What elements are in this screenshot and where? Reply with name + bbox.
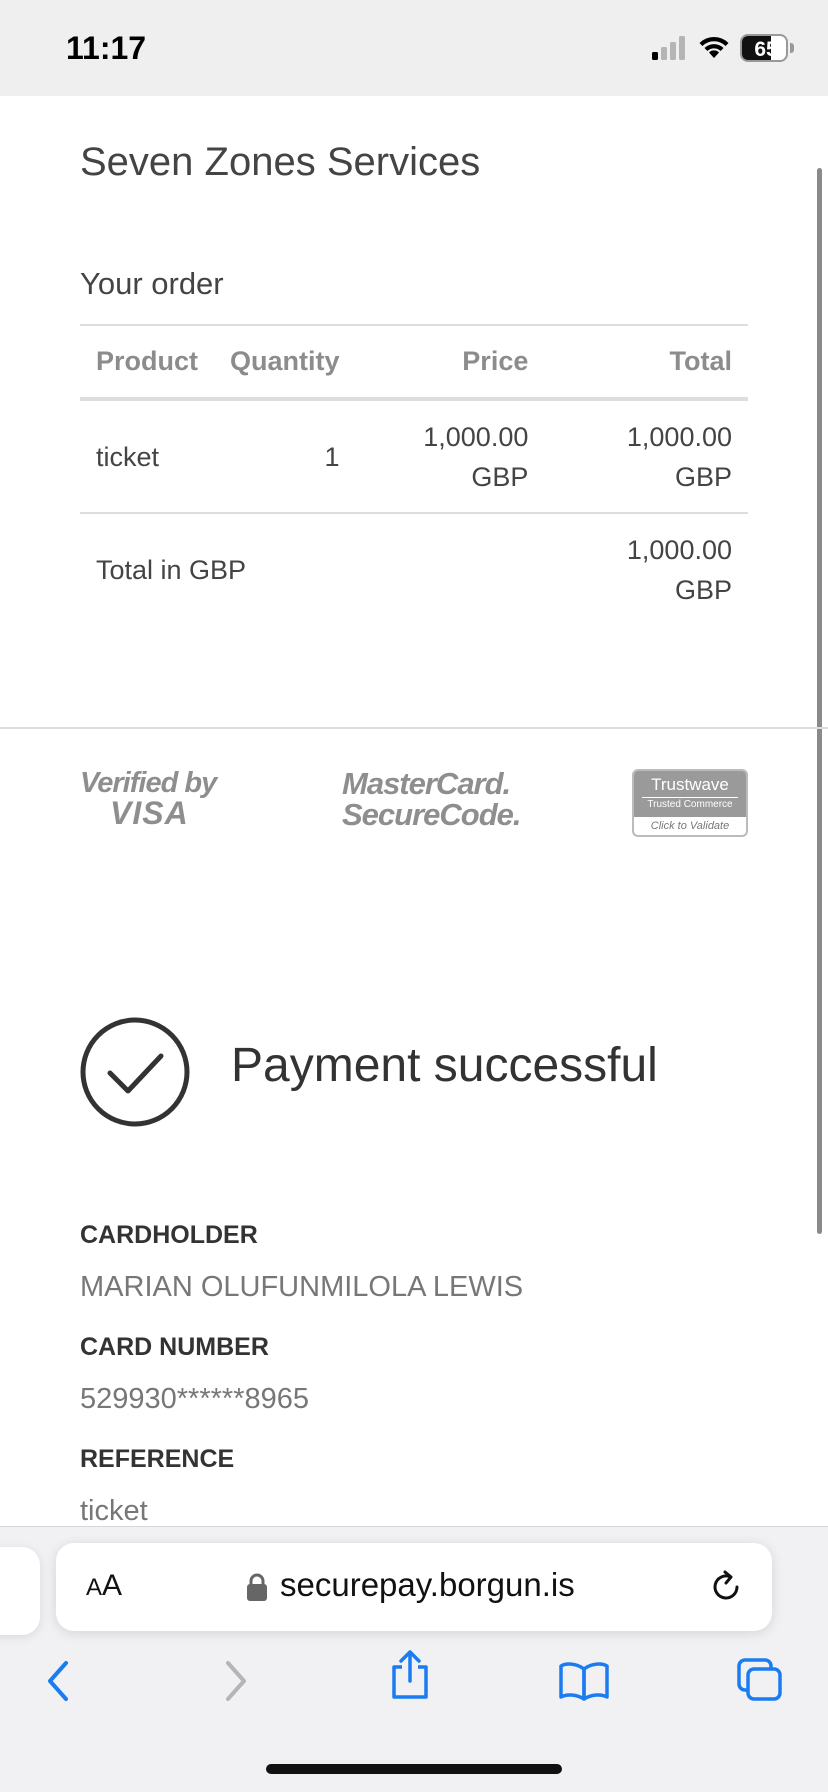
column-header-price: Price	[355, 324, 545, 401]
item-total-amount: 1,000.00	[626, 421, 732, 452]
item-total-currency: GBP	[674, 461, 732, 492]
grand-total-label: Total in GBP	[96, 554, 247, 585]
card-number-value: 529930******8965	[80, 1383, 309, 1415]
verified-by-visa-logo: Verified by VISA	[80, 767, 217, 831]
lock-icon	[247, 1573, 267, 1601]
battery-percent: 65	[754, 38, 778, 61]
wifi-icon	[699, 36, 729, 58]
card-number-label: CARD NUMBER	[80, 1333, 269, 1361]
status-bar: 11:17 65	[0, 0, 828, 96]
table-row: ticket 1 1,000.00 GBP 1,000.00 GBP	[80, 399, 748, 514]
grand-total-currency: GBP	[674, 574, 732, 605]
trustwave-seal[interactable]: Trustwave Trusted Commerce Click to Vali…	[632, 769, 748, 837]
reload-icon[interactable]	[708, 1569, 744, 1605]
cardholder-value: MARIAN OLUFUNMILOLA LEWIS	[80, 1271, 524, 1303]
grand-total-row: Total in GBP 1,000.00 GBP	[80, 513, 748, 625]
column-header-total: Total	[544, 324, 748, 401]
payment-status: Payment successful	[231, 1039, 658, 1092]
reference-label: REFERENCE	[80, 1445, 235, 1473]
trustwave-name: Trustwave	[651, 775, 729, 794]
trustwave-validate-link[interactable]: Click to Validate	[634, 817, 746, 835]
forward-icon[interactable]	[222, 1659, 250, 1703]
back-icon[interactable]	[44, 1659, 72, 1703]
column-header-quantity: Quantity	[214, 324, 356, 401]
previous-tab-preview[interactable]	[0, 1547, 40, 1635]
tabs-icon[interactable]	[736, 1657, 784, 1703]
browser-toolbar: AA securepay.borgun.is	[0, 1526, 828, 1792]
item-quantity: 1	[214, 399, 356, 514]
reference-value: ticket	[80, 1495, 148, 1527]
url-text[interactable]: securepay.borgun.is	[280, 1566, 575, 1604]
bookmarks-icon[interactable]	[558, 1661, 610, 1701]
page-scrollbar[interactable]	[817, 168, 822, 1234]
order-table-header: Product Quantity Price Total	[80, 324, 748, 401]
checkmark-circle-icon	[80, 1017, 190, 1127]
column-header-product: Product	[80, 324, 215, 401]
section-divider	[0, 727, 828, 729]
item-total: 1,000.00 GBP	[544, 399, 748, 514]
item-price: 1,000.00 GBP	[355, 399, 545, 514]
trustwave-subtitle: Trusted Commerce	[642, 797, 738, 812]
status-time: 11:17	[66, 30, 147, 66]
share-icon[interactable]	[388, 1649, 432, 1701]
address-bar[interactable]: AA securepay.borgun.is	[56, 1543, 772, 1631]
home-indicator[interactable]	[266, 1764, 562, 1774]
cardholder-label: CARDHOLDER	[80, 1221, 258, 1249]
cellular-signal-icon	[652, 36, 685, 60]
item-price-currency: GBP	[471, 461, 529, 492]
order-table: Product Quantity Price Total ticket 1 1,…	[80, 324, 748, 625]
grand-total-amount: 1,000.00	[626, 534, 732, 565]
order-title: Your order	[80, 266, 224, 301]
text-size-button[interactable]: AA	[86, 1569, 122, 1603]
item-price-amount: 1,000.00	[423, 421, 529, 452]
grand-total-value: 1,000.00 GBP	[544, 513, 748, 625]
mastercard-securecode-logo: MasterCard. SecureCode.	[342, 766, 522, 832]
item-product: ticket	[80, 399, 215, 514]
merchant-name: Seven Zones Services	[80, 140, 481, 184]
